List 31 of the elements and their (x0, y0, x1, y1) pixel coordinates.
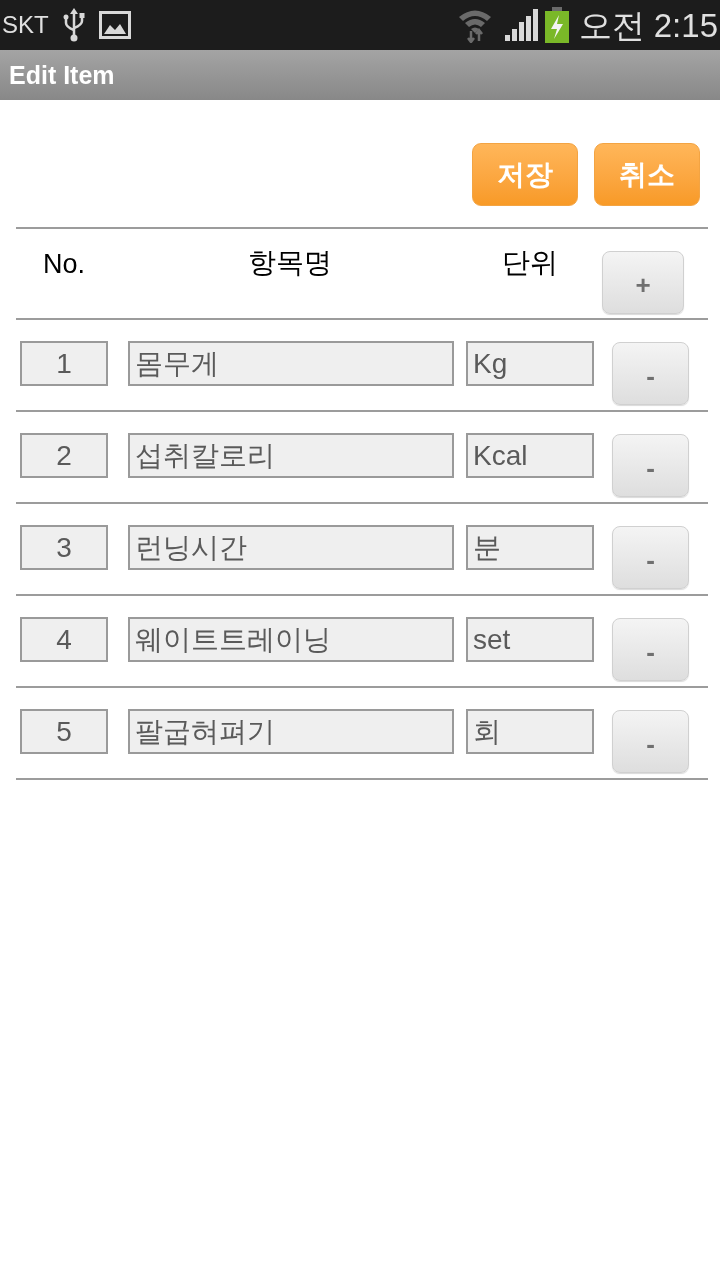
unit-field[interactable]: Kg (466, 341, 594, 386)
add-button[interactable]: + (602, 251, 684, 314)
title-text: Edit Item (9, 62, 115, 88)
number-field[interactable]: 1 (20, 341, 108, 386)
remove-button[interactable]: - (612, 526, 689, 589)
number-field[interactable]: 2 (20, 433, 108, 478)
remove-button[interactable]: - (612, 434, 689, 497)
unit-field[interactable]: Kcal (466, 433, 594, 478)
unit-field[interactable]: 분 (466, 525, 594, 570)
item-name-field[interactable]: 섭취칼로리 (128, 433, 454, 478)
item-name-field[interactable]: 웨이트트레이닝 (128, 617, 454, 662)
number-field[interactable]: 5 (20, 709, 108, 754)
battery-charging-icon (544, 7, 569, 43)
number-field[interactable]: 3 (20, 525, 108, 570)
item-name-field[interactable]: 팔굽혀펴기 (128, 709, 454, 754)
item-name-field[interactable]: 런닝시간 (128, 525, 454, 570)
column-header: 단위 (502, 249, 558, 277)
signal-icon (504, 9, 539, 41)
remove-button[interactable]: - (612, 710, 689, 773)
column-header: 항목명 (248, 249, 332, 277)
column-header: No. (43, 251, 86, 278)
number-field[interactable]: 4 (20, 617, 108, 662)
item-name-field[interactable]: 몸무게 (128, 341, 454, 386)
clock-time: 오전 2:15 (578, 8, 718, 42)
image-icon (98, 11, 131, 39)
unit-field[interactable]: set (466, 617, 594, 662)
remove-button[interactable]: - (612, 618, 689, 681)
carrier-name: SKT (2, 13, 49, 37)
usb-icon (62, 8, 85, 42)
unit-field[interactable]: 회 (466, 709, 594, 754)
remove-button[interactable]: - (612, 342, 689, 405)
